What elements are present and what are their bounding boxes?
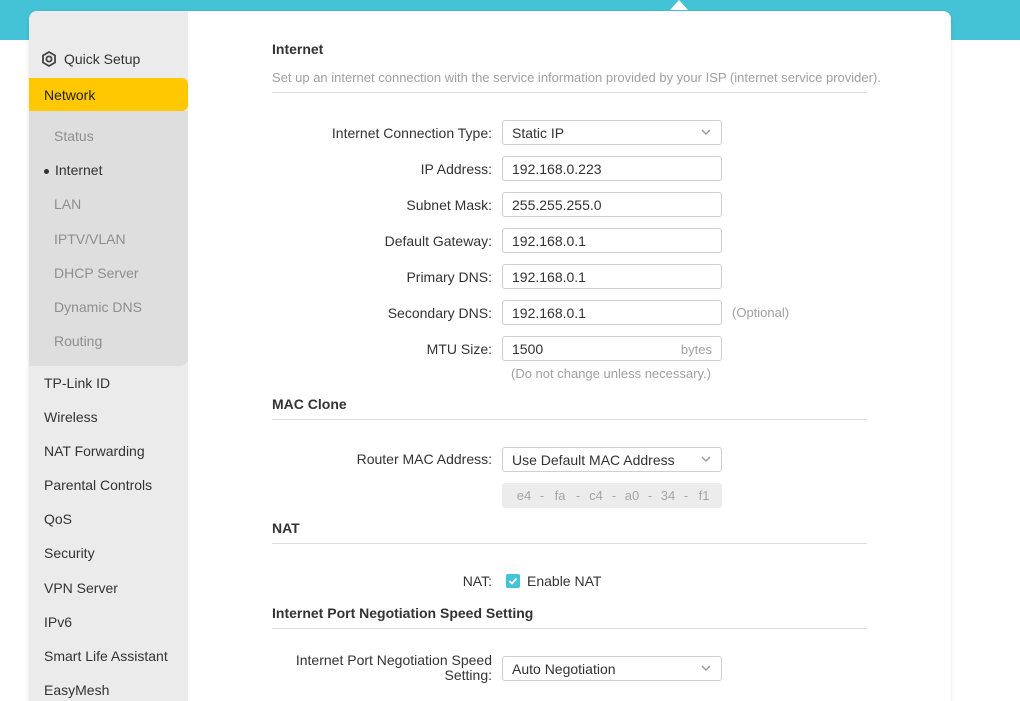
sidebar-item-tp-link-id[interactable]: TP-Link ID [44,375,110,391]
section-title-nat: NAT [272,520,300,536]
sidebar-item-nat-forwarding[interactable]: NAT Forwarding [44,443,145,459]
active-indicator-notch [670,0,688,10]
sidebar-item-qos[interactable]: QoS [44,511,72,527]
divider [272,543,867,544]
sidebar-item-label: Network [44,86,96,103]
mac-separator: - [683,488,689,503]
quick-setup-label: Quick Setup [64,51,141,67]
sidebar-item-ipv6[interactable]: IPv6 [44,614,72,630]
current-dot-icon [44,168,49,174]
connection-type-value: Static IP [512,125,565,141]
subnav-item-dynamic-dns[interactable]: Dynamic DNS [54,299,142,315]
mtu-unit: bytes [680,342,712,357]
section-description: Set up an internet connection with the s… [272,70,881,85]
mac-separator: - [647,488,653,503]
default-gateway-input[interactable]: 192.168.0.1 [502,228,722,253]
subnav-item-iptv-vlan[interactable]: IPTV/VLAN [54,231,126,247]
mac-octet: a0 [624,488,640,503]
router-mac-select[interactable]: Use Default MAC Address [502,447,722,472]
mac-octet: c4 [589,488,603,503]
subnav-item-status[interactable]: Status [54,128,94,144]
subnav-item-label: Internet [55,162,103,178]
subnav-item-lan[interactable]: LAN [54,196,81,212]
primary-dns-input[interactable]: 192.168.0.1 [502,264,722,289]
mac-octet: 34 [660,488,676,503]
chevron-down-icon [701,665,711,671]
section-title-port-speed: Internet Port Negotiation Speed Setting [272,605,534,621]
mac-octet: e4 [516,488,532,503]
chevron-down-icon [701,456,711,462]
mtu-size-value: 1500 [512,341,544,357]
secondary-dns-label: Secondary DNS: [387,305,492,321]
chevron-down-icon [701,129,711,135]
port-speed-label: Internet Port Negotiation Speed Setting: [296,653,492,683]
sidebar-item-security[interactable]: Security [44,545,95,561]
sidebar-item-easymesh[interactable]: EasyMesh [44,682,109,698]
subnet-mask-input[interactable]: 255.255.255.0 [502,192,722,217]
port-speed-select[interactable]: Auto Negotiation [502,656,722,681]
section-title-mac-clone: MAC Clone [272,396,347,412]
mac-address-display: e4 - fa - c4 - a0 - 34 - f1 [502,483,722,508]
gear-icon [41,50,57,68]
enable-nat-checkbox[interactable] [506,574,520,588]
port-speed-label-line2: Setting: [444,667,492,683]
mtu-note: (Do not change unless necessary.) [511,366,711,381]
sidebar-item-smart-life-assistant[interactable]: Smart Life Assistant [44,648,168,664]
network-subnav: Status Internet LAN IPTV/VLAN DHCP Serve… [29,111,188,366]
checkmark-icon [508,577,518,585]
subnav-item-dhcp-server[interactable]: DHCP Server [54,265,139,281]
mtu-size-label: MTU Size: [426,341,492,357]
enable-nat-label[interactable]: Enable NAT [527,573,601,589]
ip-address-input[interactable]: 192.168.0.223 [502,156,722,181]
port-speed-label-line1: Internet Port Negotiation Speed [295,652,492,668]
divider [272,419,867,420]
mac-separator: - [539,488,545,503]
divider [272,92,867,93]
port-speed-value: Auto Negotiation [512,661,616,677]
optional-note: (Optional) [732,305,790,320]
mac-separator: - [575,488,581,503]
subnet-mask-label: Subnet Mask: [406,197,492,213]
sidebar-item-network[interactable]: Network [29,78,188,111]
mac-octet: f1 [698,488,710,503]
sidebar-item-parental-controls[interactable]: Parental Controls [44,477,152,493]
subnav-item-routing[interactable]: Routing [54,333,102,349]
connection-type-label: Internet Connection Type: [331,125,492,141]
section-title-internet: Internet [272,41,324,57]
router-mac-value: Use Default MAC Address [512,452,675,468]
sidebar-item-wireless[interactable]: Wireless [44,409,98,425]
sidebar-item-vpn-server[interactable]: VPN Server [44,580,118,596]
mac-octet: fa [554,488,566,503]
subnav-item-internet[interactable]: Internet [44,162,102,178]
default-gateway-label: Default Gateway: [384,233,492,249]
quick-setup-link[interactable]: Quick Setup [29,44,188,74]
connection-type-select[interactable]: Static IP [502,120,722,145]
mac-separator: - [611,488,617,503]
secondary-dns-input[interactable]: 192.168.0.1 [502,300,722,325]
nat-label: NAT: [462,573,492,589]
ip-address-label: IP Address: [420,161,492,177]
router-mac-label: Router MAC Address: [356,451,492,467]
mtu-size-input[interactable]: 1500 bytes [502,336,722,361]
primary-dns-label: Primary DNS: [406,269,492,285]
divider [272,628,867,629]
